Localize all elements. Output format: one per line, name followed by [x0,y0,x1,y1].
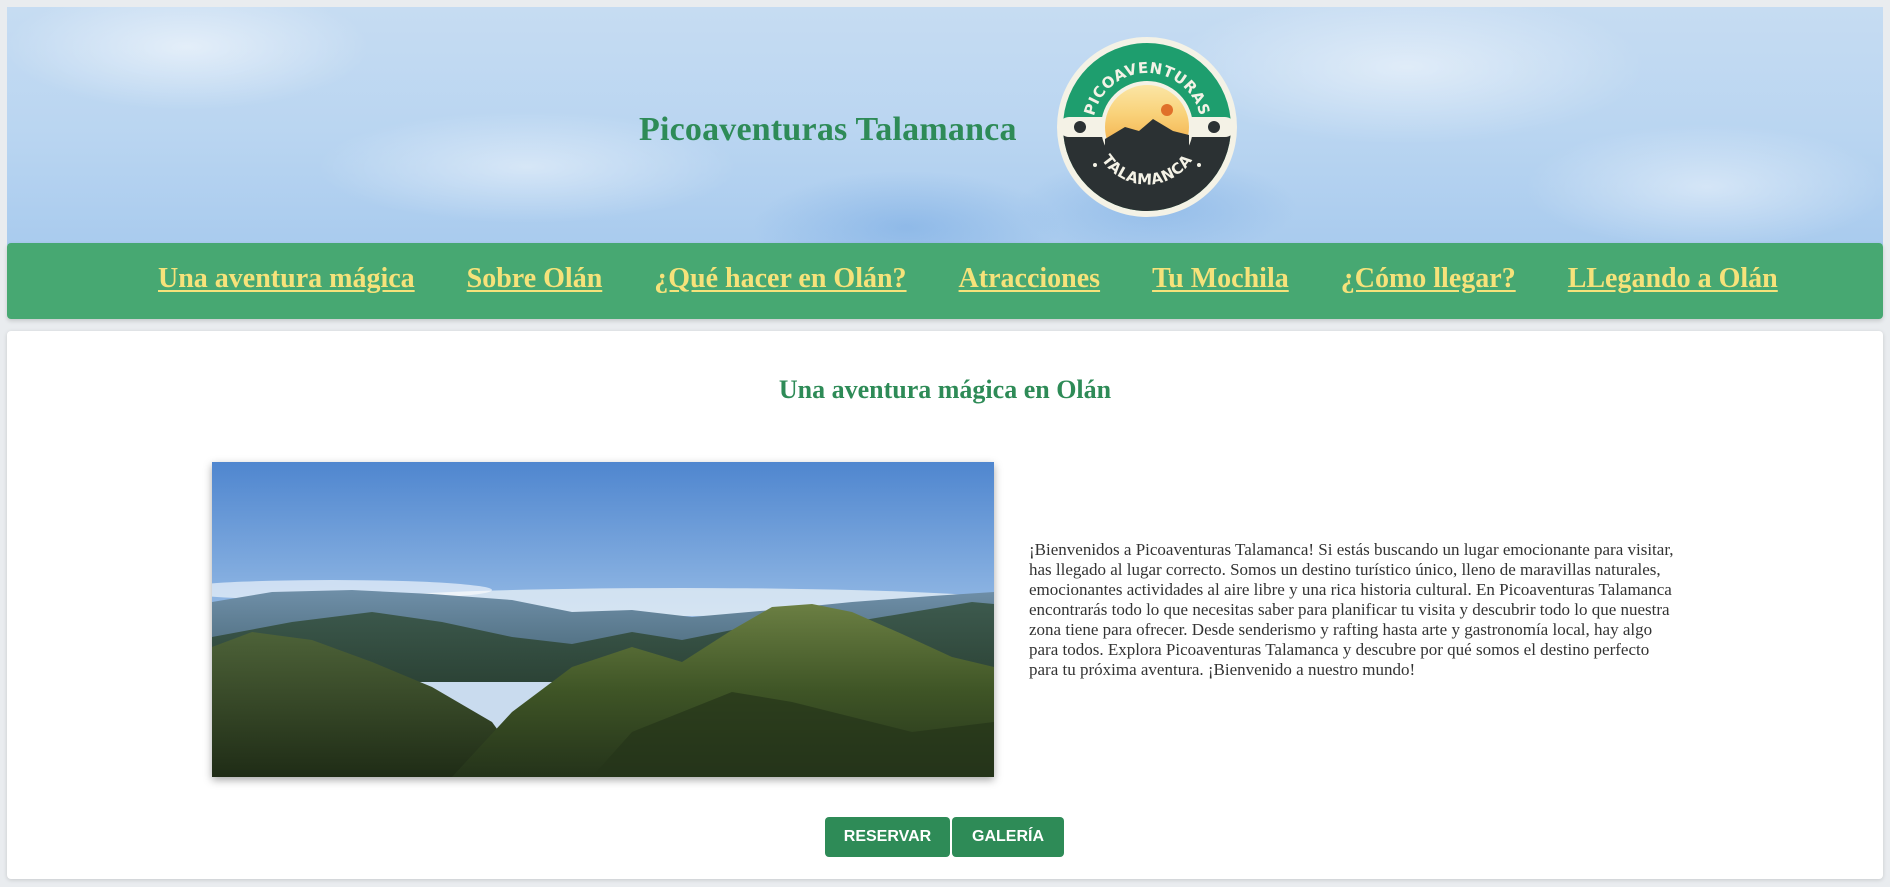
page: Picoaventuras Talamanca PICOAVENTURAS TA… [0,0,1890,887]
nav-link-una-aventura-magica[interactable]: Una aventura mágica [158,263,415,294]
hero-image-mountains [212,462,994,777]
nav-item: Una aventura mágica [158,263,415,295]
galeria-button[interactable]: GALERÍA [952,817,1064,857]
nav-link-como-llegar[interactable]: ¿Cómo llegar? [1341,263,1516,294]
main-nav: Una aventura mágica Sobre Olán ¿Qué hace… [7,243,1883,319]
nav-link-atracciones[interactable]: Atracciones [959,263,1101,294]
section-title: Una aventura mágica en Olán [778,375,1112,404]
nav-item: Atracciones [959,263,1101,295]
nav-item: ¿Cómo llegar? [1341,263,1516,295]
nav-list: Una aventura mágica Sobre Olán ¿Qué hace… [158,263,1778,295]
nav-item: ¿Qué hacer en Olán? [654,263,906,295]
action-buttons: RESERVAR GALERÍA [825,817,1064,857]
site-header: Picoaventuras Talamanca PICOAVENTURAS TA… [7,7,1883,245]
nav-link-tu-mochila[interactable]: Tu Mochila [1152,263,1289,294]
intro-paragraph: ¡Bienvenidos a Picoaventuras Talamanca! … [1029,540,1674,679]
nav-item: Sobre Olán [467,263,603,295]
nav-item: Tu Mochila [1152,263,1289,295]
reservar-button[interactable]: RESERVAR [825,817,950,857]
nav-link-llegando-a-olan[interactable]: LLegando a Olán [1568,263,1778,294]
logo-emblem: PICOAVENTURAS TALAMANCA [1057,37,1237,217]
site-logo: PICOAVENTURAS TALAMANCA [1055,35,1239,219]
nav-item: LLegando a Olán [1568,263,1778,295]
nav-link-sobre-olan[interactable]: Sobre Olán [467,263,603,294]
nav-link-que-hacer[interactable]: ¿Qué hacer en Olán? [654,263,906,294]
site-title: Picoaventuras Talamanca [639,111,1017,148]
main-content: Una aventura mágica en Olán ¡Bienvenidos… [7,331,1883,879]
mountain-panorama-illustration [212,462,994,777]
